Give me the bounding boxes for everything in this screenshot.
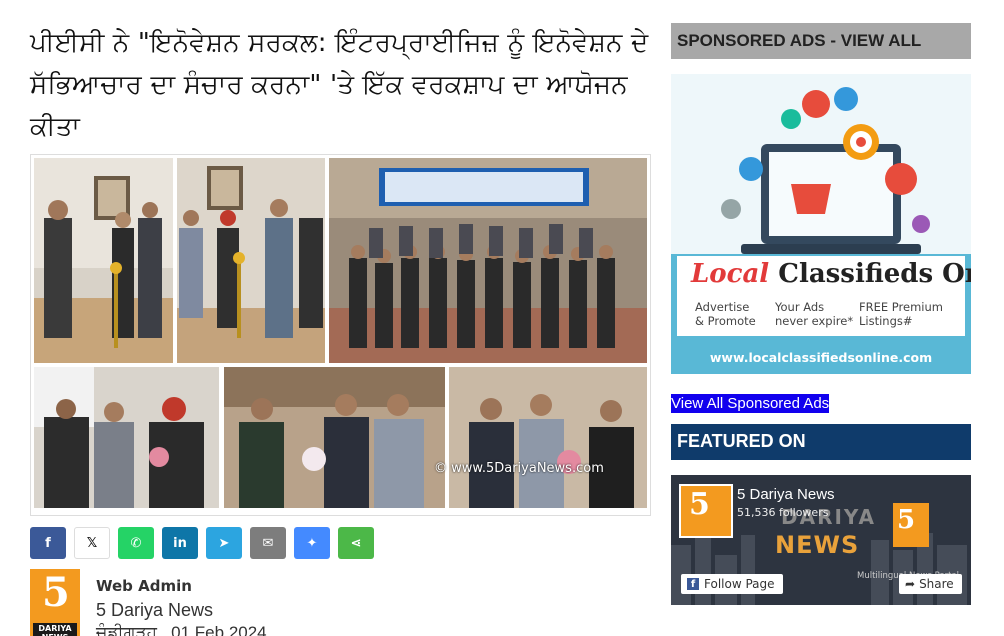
telegram-icon: ➤	[218, 535, 230, 551]
facebook-icon: f	[687, 578, 699, 590]
photo-lamp-lighting-1	[34, 158, 173, 363]
fb-banner-word2: NEWS	[775, 531, 860, 559]
author-org: 5 Dariya News	[96, 600, 214, 620]
email-icon: ✉	[262, 535, 274, 551]
ad-col1-line2: & Promote	[695, 314, 756, 328]
fb-share-label: Share	[919, 577, 954, 591]
facebook-icon: f	[45, 535, 51, 551]
ad-brand: Local Classifieds Online	[691, 259, 971, 289]
facebook-page-widget[interactable]: DARIYA NEWS 5 5 5 Dariya News 51,536 fol…	[671, 475, 971, 605]
x-share-button[interactable]: 𝕏	[74, 527, 110, 559]
article-photo-collage[interactable]: © www.5DariyaNews.com	[30, 154, 651, 516]
article-headline: ਪੀਈਸੀ ਨੇ "ਇਨੋਵੇਸ਼ਨ ਸਰਕਲ: ਇੰਟਰਪ੍ਰਾਈਜਿਜ਼ ਨ…	[30, 28, 649, 142]
view-all-sponsored-ads-link[interactable]: View All Sponsored Ads	[671, 394, 830, 413]
messenger-share-button[interactable]: ✦	[294, 527, 330, 559]
fb-followers: 51,536 followers	[737, 506, 829, 519]
fb-follow-label: Follow Page	[704, 577, 775, 591]
author-name[interactable]: Web Admin	[96, 577, 192, 595]
photo-group	[329, 158, 647, 363]
facebook-share-button[interactable]: f	[30, 527, 66, 559]
ad-col-1: Advertise & Promote	[695, 300, 756, 328]
photo-felicitation-1	[34, 367, 219, 508]
ad-illustration	[671, 74, 971, 374]
ad-url: www.localclassifiedsonline.com	[709, 350, 933, 365]
publish-dateline: ਚੰਡੀਗੜ੍ਹ , 01 Feb 2024	[96, 623, 267, 636]
fb-page-name[interactable]: 5 Dariya News	[737, 486, 835, 503]
ad-col3-line1: FREE Premium	[859, 300, 943, 314]
sponsored-ads-heading[interactable]: SPONSORED ADS - VIEW ALL	[671, 23, 971, 59]
messenger-icon: ✦	[306, 535, 318, 551]
share-buttons: f 𝕏 ✆ in ➤ ✉ ✦ ⋖	[30, 527, 374, 559]
site-logo[interactable]: 5 DARIYA NEWS	[30, 569, 80, 636]
photo-felicitation-2	[224, 367, 445, 508]
ad-brand-right: Classifieds Online	[778, 259, 971, 289]
logo-number: 5	[42, 569, 70, 616]
ad-brand-left: Local	[691, 259, 770, 289]
ad-col2-line2: never expire*	[775, 314, 854, 328]
whatsapp-share-button[interactable]: ✆	[118, 527, 154, 559]
fb-share-button[interactable]: ➦ Share	[899, 574, 962, 594]
author-block: 5 DARIYA NEWS Web Admin 5 Dariya News ਚੰ…	[30, 569, 430, 636]
whatsapp-icon: ✆	[130, 535, 142, 551]
sponsored-ad-banner[interactable]: Local Classifieds Online Advertise & Pro…	[671, 74, 971, 374]
linkedin-share-button[interactable]: in	[162, 527, 198, 559]
fb-follow-button[interactable]: f Follow Page	[681, 574, 783, 594]
ad-col-2: Your Ads never expire*	[775, 300, 853, 328]
sharethis-icon: ⋖	[350, 535, 362, 551]
telegram-share-button[interactable]: ➤	[206, 527, 242, 559]
fb-cover-logo-number: 5	[897, 505, 916, 535]
photo-lamp-lighting-2	[177, 158, 325, 363]
ad-col1-line1: Advertise	[695, 300, 750, 314]
x-icon: 𝕏	[86, 535, 98, 551]
sharethis-share-button[interactable]: ⋖	[338, 527, 374, 559]
share-arrow-icon: ➦	[905, 577, 916, 591]
ad-col2-line1: Your Ads	[775, 300, 825, 314]
fb-avatar[interactable]: 5	[689, 487, 710, 522]
featured-on-heading: FEATURED ON	[671, 424, 971, 460]
email-share-button[interactable]: ✉	[250, 527, 286, 559]
photo-felicitation-3	[449, 367, 647, 508]
logo-text: DARIYA NEWS	[33, 623, 77, 636]
ad-col3-line2: Listings#	[859, 314, 913, 328]
linkedin-icon: in	[173, 535, 187, 551]
ad-col-3: FREE Premium Listings#	[859, 300, 943, 328]
photo-watermark: © www.5DariyaNews.com	[434, 461, 604, 476]
